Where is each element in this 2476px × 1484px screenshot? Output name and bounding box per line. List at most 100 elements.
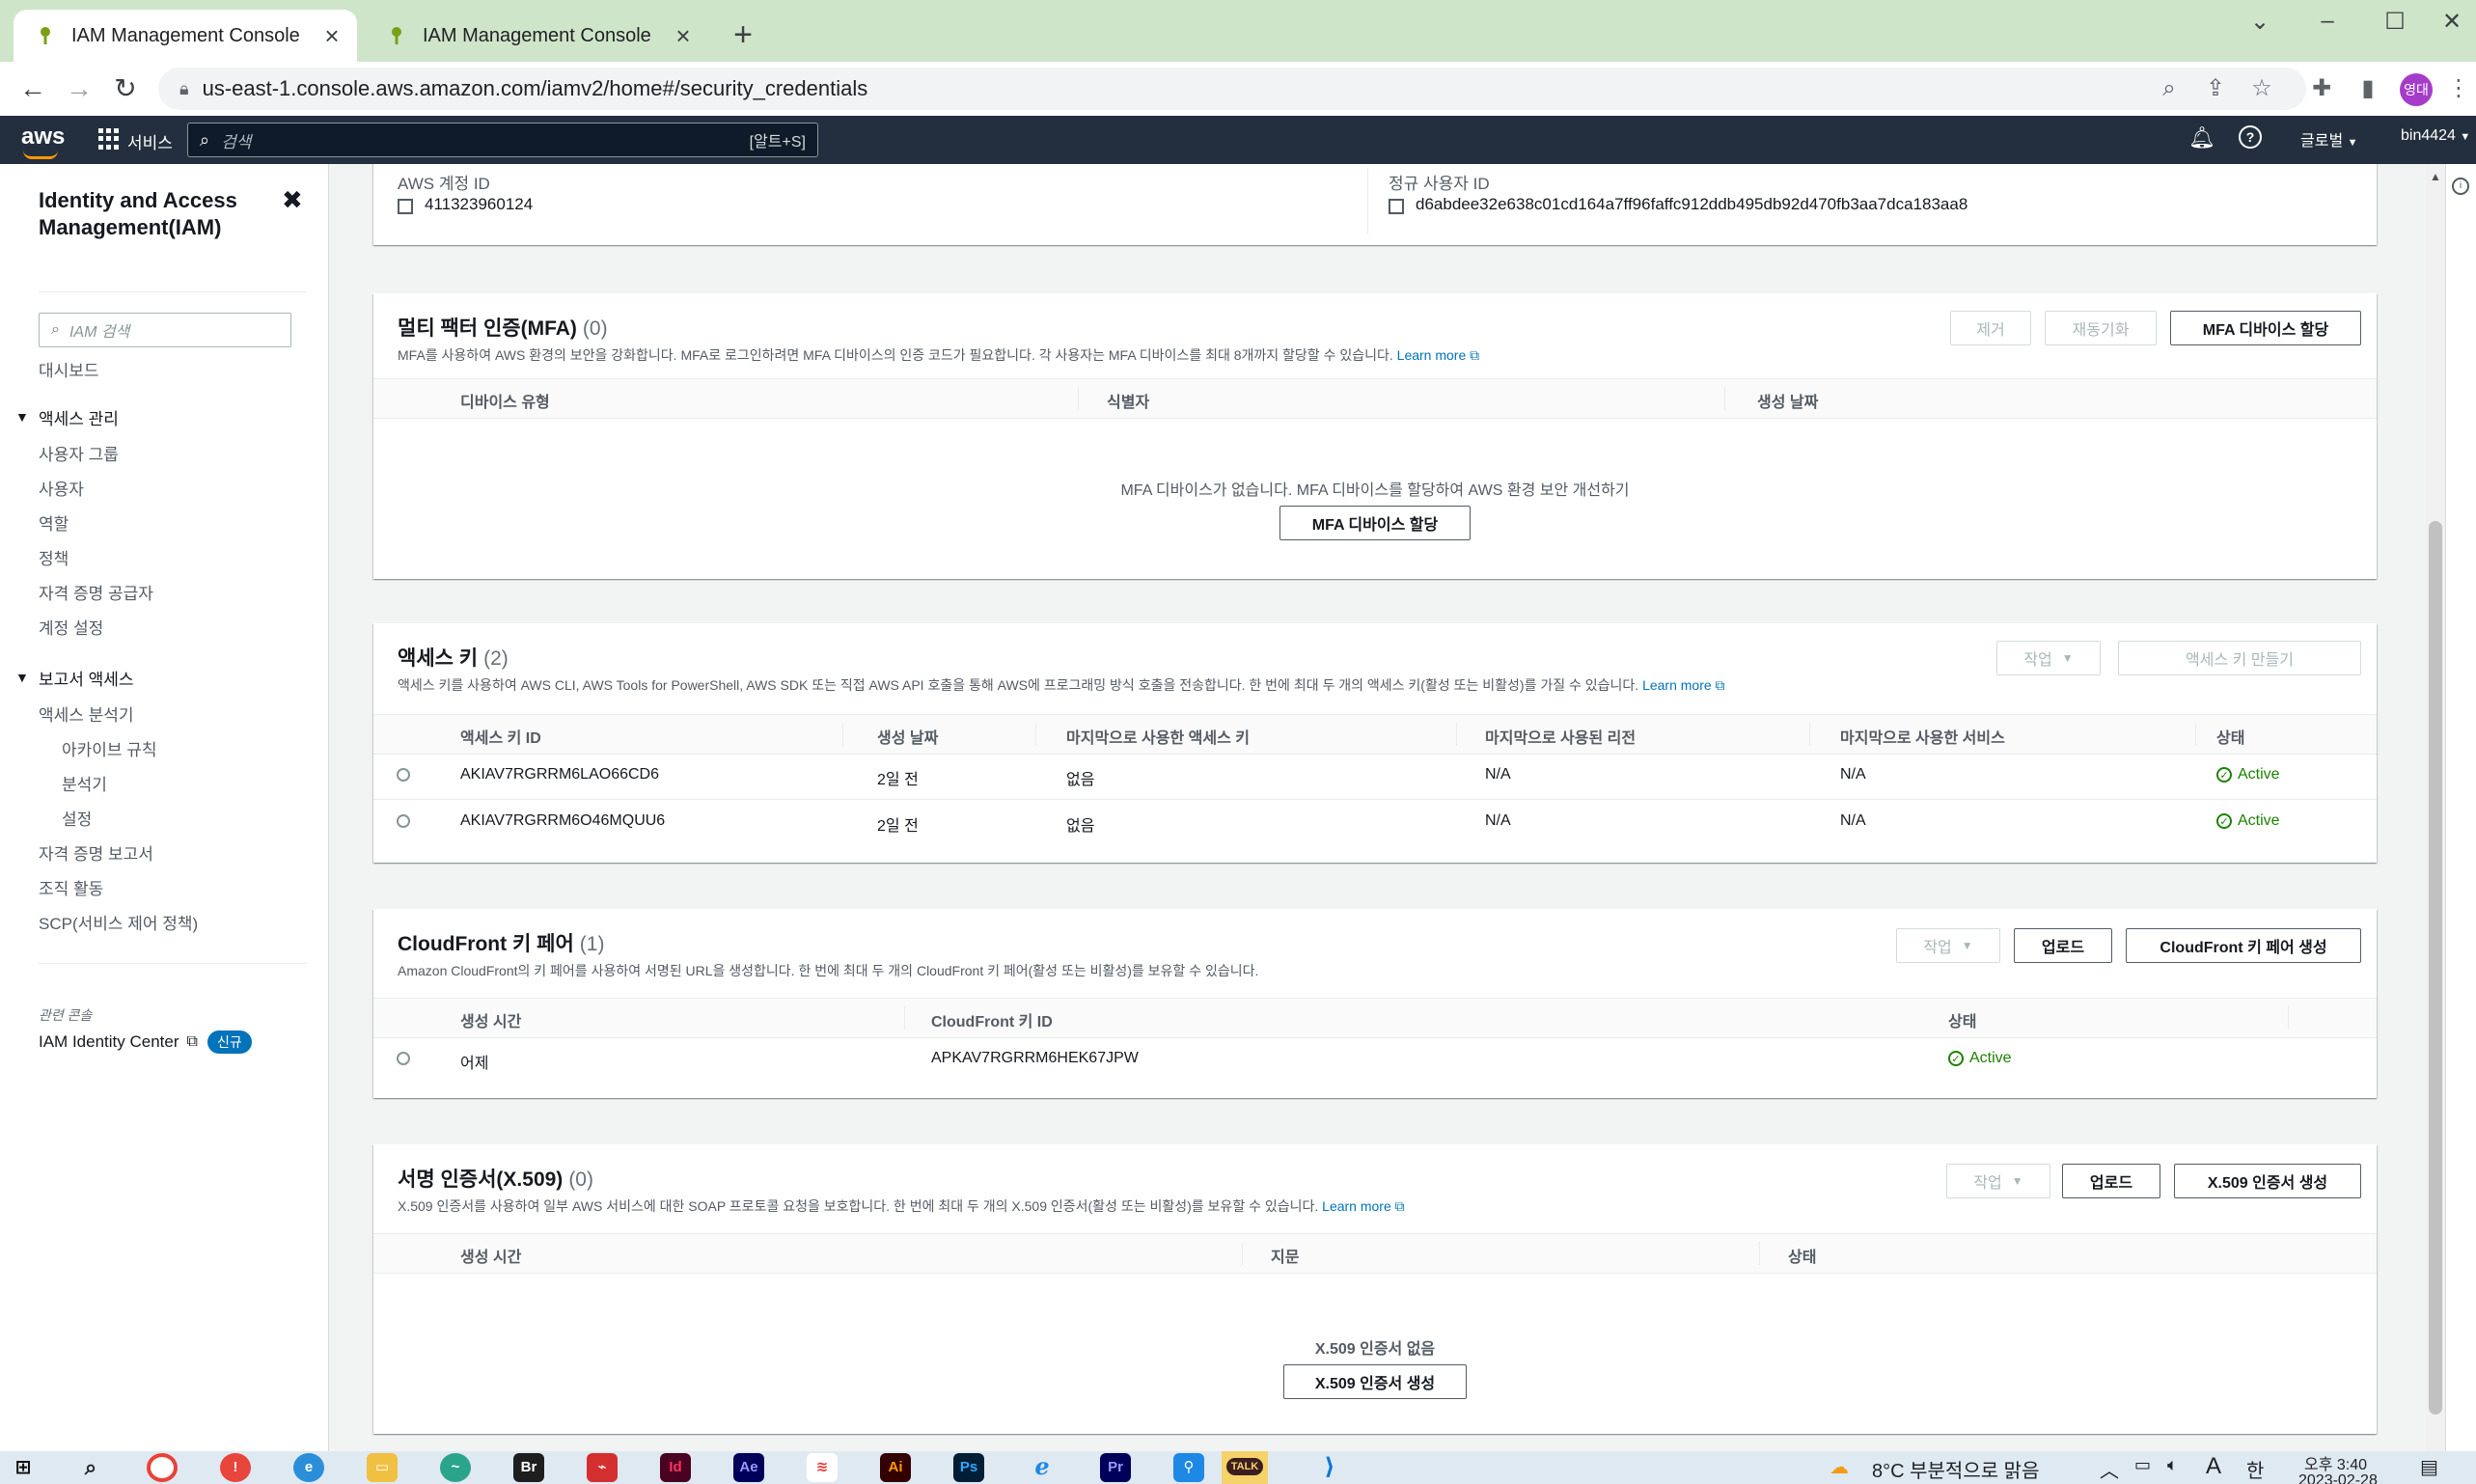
column-created-time[interactable]: 생성 시간 (460, 1244, 521, 1267)
info-panel-icon[interactable]: i (2452, 178, 2469, 195)
after-effects-app-icon[interactable]: Ae (733, 1453, 764, 1482)
file-explorer-icon[interactable]: ▭ (367, 1453, 398, 1482)
kakaotalk-app-icon[interactable]: TALK (1222, 1451, 1268, 1484)
sidebar-item-policies[interactable]: 정책 (39, 545, 69, 569)
caret-down-icon[interactable]: ▼ (15, 670, 29, 685)
tab-close-icon[interactable]: × (318, 21, 345, 51)
column-status[interactable]: 상태 (1948, 1008, 1976, 1031)
column-last-used-key[interactable]: 마지막으로 사용한 액세스 키 (1066, 725, 1250, 748)
services-grid-icon[interactable] (98, 128, 120, 150)
scrollbar-thumb[interactable] (2429, 521, 2442, 1415)
copy-icon[interactable] (1389, 199, 1404, 214)
speaker-icon[interactable]: 🔈︎ (2167, 1455, 2178, 1475)
reload-icon[interactable]: ↻ (106, 69, 145, 108)
table-row[interactable]: 어제 APKAV7RGRRM6HEK67JPW ✓ Active (373, 1036, 2377, 1083)
chrome-app-icon[interactable] (147, 1453, 178, 1482)
app-icon-blue[interactable]: ⚲ (1173, 1453, 1204, 1482)
x509-learn-more-link[interactable]: Learn more ⧉ (1322, 1198, 1404, 1214)
app-icon-red-circle[interactable]: ! (220, 1453, 251, 1482)
row-select-radio[interactable] (397, 1052, 410, 1065)
column-last-used-service[interactable]: 마지막으로 사용한 서비스 (1840, 725, 2005, 748)
maximize-icon[interactable]: ☐ (2371, 8, 2419, 36)
access-keys-learn-more-link[interactable]: Learn more ⧉ (1642, 677, 1724, 693)
copy-icon[interactable] (398, 199, 413, 214)
indesign-app-icon[interactable]: Id (660, 1453, 691, 1482)
caret-down-icon[interactable]: ▼ (15, 409, 29, 425)
row-select-radio[interactable] (397, 768, 410, 782)
column-device-type[interactable]: 디바이스 유형 (460, 389, 550, 412)
cloudshell-bell-icon[interactable]: 🔔︎ (2188, 125, 2215, 151)
premiere-app-icon[interactable]: Pr (1100, 1453, 1131, 1482)
tray-chevron-up-icon[interactable]: ︿ (2100, 1455, 2119, 1483)
table-row[interactable]: AKIAV7RGRRM6LAO66CD6 2일 전 없음 N/A N/A ✓ Ac… (373, 753, 2377, 800)
sidebar-item-access-analyzer[interactable]: 액세스 분석기 (39, 701, 134, 726)
table-row[interactable]: AKIAV7RGRRM6O46MQUU6 2일 전 없음 N/A N/A ✓ Ac… (373, 799, 2377, 845)
cloudfront-actions-dropdown[interactable]: 작업 ▼ (1896, 928, 2000, 963)
cloudfront-upload-button[interactable]: 업로드 (2014, 928, 2112, 963)
sidebar-item-dashboard[interactable]: 대시보드 (39, 357, 99, 381)
forward-arrow-icon[interactable]: → (60, 69, 98, 108)
weather-text[interactable]: 8°C 부분적으로 맑음 (1872, 1455, 2039, 1483)
iam-search-input[interactable]: ⌕ IAM 검색 (39, 313, 291, 347)
extensions-puzzle-icon[interactable]: ✚ (2304, 68, 2339, 110)
help-icon[interactable]: ? (2239, 125, 2262, 149)
chrome-menu-icon[interactable]: ⋮ (2441, 68, 2476, 110)
column-created-time[interactable]: 생성 시간 (460, 1008, 521, 1031)
sidebar-item-roles[interactable]: 역할 (39, 510, 69, 535)
x509-actions-dropdown[interactable]: 작업 ▼ (1946, 1164, 2050, 1198)
account-menu[interactable]: bin4424 ▼ (2401, 127, 2470, 145)
column-identifier[interactable]: 식별자 (1107, 389, 1149, 412)
sidebar-item-users[interactable]: 사용자 (39, 476, 84, 500)
scroll-up-arrow-icon[interactable]: ▲ (2430, 170, 2441, 183)
column-thumbprint[interactable]: 지문 (1271, 1244, 1299, 1267)
x509-create-empty-button[interactable]: X.509 인증서 생성 (1283, 1364, 1467, 1399)
sidebar-item-archive-rules[interactable]: 아카이브 규칙 (62, 736, 157, 760)
tab-search-chevron-icon[interactable]: ⌄ (2236, 8, 2284, 36)
sidebar-section-access-reports[interactable]: 보고서 액세스 (39, 666, 134, 690)
url-omnibox[interactable]: 🔒︎ us-east-1.console.aws.amazon.com/iamv… (158, 68, 2306, 110)
mfa-learn-more-link[interactable]: Learn more ⧉ (1397, 347, 1479, 363)
app-icon-teal[interactable]: ~ (440, 1453, 471, 1482)
app-icon-stripes[interactable]: ≋ (807, 1453, 838, 1482)
region-selector[interactable]: 글로벌 ▼ (2300, 127, 2358, 151)
minimize-icon[interactable]: – (2303, 8, 2352, 35)
vscode-app-icon[interactable]: ⟩ (1314, 1453, 1345, 1482)
mfa-resync-button[interactable]: 재동기화 (2045, 311, 2157, 345)
column-cloudfront-key-id[interactable]: CloudFront 키 ID (931, 1008, 1053, 1031)
share-icon[interactable]: ⇪ (2198, 68, 2233, 110)
close-sidebar-icon[interactable]: ✖ (282, 185, 303, 215)
mfa-remove-button[interactable]: 제거 (1950, 311, 2031, 345)
ime-mode-a[interactable]: A (2206, 1453, 2221, 1480)
x509-upload-button[interactable]: 업로드 (2062, 1164, 2160, 1198)
clock-date[interactable]: 2023-02-28 (2298, 1472, 2378, 1484)
edge-app-icon[interactable]: e (293, 1453, 324, 1482)
browser-tab-2[interactable]: IAM Management Console × (365, 10, 708, 62)
photoshop-app-icon[interactable]: Ps (953, 1453, 984, 1482)
sidebar-item-identity-providers[interactable]: 자격 증명 공급자 (39, 580, 153, 604)
sidebar-section-access-management[interactable]: 액세스 관리 (39, 405, 119, 429)
sidebar-item-analyzer-settings[interactable]: 설정 (62, 806, 92, 830)
column-created-date[interactable]: 생성 날짜 (877, 725, 938, 748)
create-access-key-button[interactable]: 액세스 키 만들기 (2118, 641, 2361, 675)
mfa-assign-button[interactable]: MFA 디바이스 할당 (2170, 311, 2361, 345)
create-x509-certificate-button[interactable]: X.509 인증서 생성 (2174, 1164, 2361, 1198)
battery-icon[interactable]: ▭ (2134, 1455, 2151, 1475)
profile-avatar[interactable]: 영대 (2400, 73, 2433, 106)
column-created-date[interactable]: 생성 날짜 (1757, 389, 1818, 412)
sidebar-item-account-settings[interactable]: 계정 설정 (39, 615, 103, 639)
side-panel-icon[interactable]: ▮ (2351, 68, 2385, 110)
create-cloudfront-key-pair-button[interactable]: CloudFront 키 페어 생성 (2126, 928, 2361, 963)
illustrator-app-icon[interactable]: Ai (880, 1453, 911, 1482)
new-tab-button[interactable]: + (726, 14, 760, 56)
zoom-icon[interactable]: ⌕ (2152, 68, 2187, 110)
column-status[interactable]: 상태 (2216, 725, 2244, 748)
bridge-app-icon[interactable]: Br (513, 1453, 544, 1482)
back-arrow-icon[interactable]: ← (14, 69, 52, 108)
ime-hangul[interactable]: 한 (2246, 1455, 2264, 1483)
page-scrollbar[interactable]: ▲ (2426, 164, 2445, 1451)
bookmark-star-icon[interactable]: ☆ (2244, 68, 2279, 110)
close-window-icon[interactable]: ✕ (2428, 8, 2476, 36)
mfa-assign-empty-button[interactable]: MFA 디바이스 할당 (1279, 506, 1471, 540)
sidebar-item-identity-center[interactable]: IAM Identity Center ⧉ 신규 (39, 1031, 252, 1054)
windows-start-icon[interactable]: ⊞ (8, 1453, 39, 1482)
